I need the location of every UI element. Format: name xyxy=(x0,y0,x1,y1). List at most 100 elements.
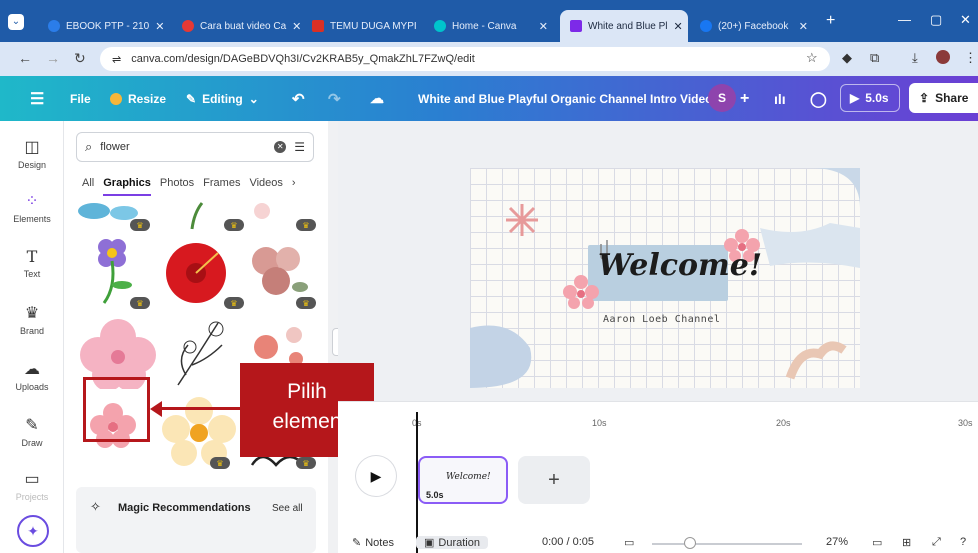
kebab-menu-icon[interactable]: ⋮ xyxy=(964,50,977,66)
file-menu[interactable]: File xyxy=(70,76,91,121)
rail-item-projects[interactable]: ▭ Projects xyxy=(0,469,64,502)
reload-icon[interactable]: ↻ xyxy=(74,50,86,67)
rail-item-draw[interactable]: ✎ Draw xyxy=(0,415,64,448)
bookmark-star-icon[interactable]: ☆ xyxy=(806,50,818,66)
left-rail: ◫ Design ⁘ Elements T Text ♛ Brand ☁ Upl… xyxy=(0,121,64,553)
hamburger-icon[interactable]: ☰ xyxy=(30,76,44,121)
address-bar: ← → ↻ ⇌ canva.com/design/DAGeBDVQh3I/Cv2… xyxy=(0,42,978,76)
zoom-slider[interactable] xyxy=(652,543,802,545)
brand-icon: ♛ xyxy=(24,305,40,322)
pencil-icon: ✎ xyxy=(186,91,197,106)
undo-icon[interactable]: ↶ xyxy=(292,76,305,121)
notes-button[interactable]: ✎ Notes xyxy=(352,536,394,550)
editing-mode-button[interactable]: ✎ Editing ⌄ xyxy=(186,76,259,121)
grid-view-icon[interactable]: ⊞ xyxy=(902,536,911,549)
rail-item-brand[interactable]: ♛ Brand xyxy=(0,303,64,336)
redo-icon[interactable]: ↷ xyxy=(328,76,341,121)
play-icon: ▶ xyxy=(370,467,382,484)
rail-item-elements[interactable]: ⁘ Elements xyxy=(0,191,64,224)
captions-icon[interactable]: ▭ xyxy=(624,536,634,549)
channel-subtitle[interactable]: Aaron Loeb Channel xyxy=(603,314,720,325)
gdrive-icon xyxy=(48,20,60,32)
tab-frames[interactable]: Frames xyxy=(203,177,240,196)
elements-icon: ⁘ xyxy=(25,193,39,210)
tick-10s: 10s xyxy=(592,418,607,428)
share-icon: ⇪ xyxy=(919,91,930,105)
new-tab-button[interactable]: + xyxy=(826,12,835,30)
timeline-play-button[interactable]: ▶ xyxy=(356,456,396,496)
zoom-slider-thumb[interactable] xyxy=(684,537,696,549)
puzzle-icon[interactable]: ⧉ xyxy=(870,50,879,66)
tab-videos[interactable]: Videos xyxy=(249,177,282,196)
browser-tab[interactable]: EBOOK PTP - 210 ✕ xyxy=(38,10,170,42)
minimize-icon[interactable]: — xyxy=(898,12,911,27)
add-collaborator-icon[interactable]: + xyxy=(740,76,749,121)
fullscreen-icon[interactable]: ⤢ xyxy=(932,536,941,549)
tick-20s: 20s xyxy=(776,418,791,428)
uploads-icon: ☁ xyxy=(24,361,40,378)
timeline-clip[interactable]: Welcome! 5.0s xyxy=(418,456,508,504)
close-icon[interactable]: ✕ xyxy=(539,20,548,33)
browser-tab-strip: ⌄ EBOOK PTP - 210 ✕ Cara buat video Ca ✕… xyxy=(0,0,978,42)
duration-button[interactable]: ▣ Duration xyxy=(416,536,488,549)
elements-panel: ⌕ flower ✕ ☰ All Graphics Photos Frames … xyxy=(64,121,328,553)
share-button[interactable]: ⇪ Share xyxy=(909,83,978,113)
browser-tab[interactable]: Cara buat video Ca ✕ xyxy=(172,10,300,42)
clip-duration: 5.0s xyxy=(426,490,444,500)
notes-icon: ✎ xyxy=(352,537,362,549)
close-icon[interactable]: ✕ xyxy=(799,20,808,33)
cloud-save-icon[interactable]: ☁ xyxy=(370,76,384,121)
graphic-pink-sketch[interactable] xyxy=(242,199,282,229)
resize-button[interactable]: Resize xyxy=(110,76,166,121)
zoom-level[interactable]: 27% xyxy=(826,536,848,548)
close-icon[interactable]: ✕ xyxy=(292,20,300,33)
graphic-red-hibiscus[interactable] xyxy=(156,237,236,309)
back-icon[interactable]: ← xyxy=(18,50,32,66)
premium-crown-icon: ♛ xyxy=(210,457,230,469)
close-window-icon[interactable]: ✕ xyxy=(960,12,971,28)
rail-item-text[interactable]: T Text xyxy=(0,247,64,279)
comment-icon[interactable]: ◯ xyxy=(810,76,827,121)
search-input[interactable]: ⌕ flower ✕ ☰ xyxy=(76,132,314,162)
help-icon[interactable]: ? xyxy=(960,536,966,548)
canva-video-icon xyxy=(570,20,582,32)
annotation-arrow-head-icon xyxy=(150,401,162,417)
url-text: canva.com/design/DAGeBDVQh3I/Cv2KRAB5y_Q… xyxy=(131,53,475,65)
filter-icon[interactable]: ☰ xyxy=(294,140,305,154)
forward-icon[interactable]: → xyxy=(46,50,60,66)
browser-tab[interactable]: TEMU DUGA MYPI ✕ xyxy=(302,10,420,42)
url-input[interactable]: ⇌ canva.com/design/DAGeBDVQh3I/Cv2KRAB5y… xyxy=(100,47,830,71)
extension-icon[interactable]: ◆ xyxy=(842,50,852,66)
browser-menu-icon[interactable]: ⌄ xyxy=(8,14,24,30)
insights-icon[interactable]: ılı xyxy=(774,76,786,121)
premium-crown-icon: ♛ xyxy=(296,457,316,469)
tab-photos[interactable]: Photos xyxy=(160,177,194,196)
close-icon[interactable]: ✕ xyxy=(155,20,164,33)
add-page-button[interactable]: + xyxy=(518,456,590,504)
close-icon[interactable]: ✕ xyxy=(674,20,683,33)
browser-tab-active[interactable]: White and Blue Pl ✕ xyxy=(560,10,688,42)
see-all-link[interactable]: See all xyxy=(272,503,303,514)
present-button[interactable]: ▶ 5.0s xyxy=(840,84,900,112)
welcome-heading[interactable]: Welcome! xyxy=(598,248,762,283)
chevron-right-icon[interactable]: › xyxy=(292,177,296,196)
graphic-green-sprig[interactable] xyxy=(172,201,212,231)
design-title[interactable]: White and Blue Playful Organic Channel I… xyxy=(418,76,712,121)
tab-graphics[interactable]: Graphics xyxy=(103,177,151,196)
rail-item-design[interactable]: ◫ Design xyxy=(0,137,64,170)
browser-tab[interactable]: (20+) Facebook ✕ xyxy=(690,10,818,42)
site-info-icon[interactable]: ⇌ xyxy=(112,53,121,66)
maximize-icon[interactable]: ▢ xyxy=(930,12,942,28)
profile-avatar[interactable] xyxy=(936,50,950,64)
clear-search-icon[interactable]: ✕ xyxy=(274,141,287,153)
selection-highlight-box xyxy=(83,377,150,442)
magic-sparkle-button[interactable]: ✦ xyxy=(17,515,49,547)
graphic-line-art-flowers[interactable] xyxy=(168,315,234,393)
download-icon[interactable]: ⤓ xyxy=(912,50,918,66)
browser-tab[interactable]: Home - Canva ✕ xyxy=(424,10,558,42)
tab-all[interactable]: All xyxy=(82,177,94,196)
collaborator-avatar[interactable]: S xyxy=(708,84,736,112)
rail-item-uploads[interactable]: ☁ Uploads xyxy=(0,359,64,392)
time-readout: 0:00 / 0:05 xyxy=(542,536,594,548)
page-view-icon[interactable]: ▭ xyxy=(872,536,882,549)
